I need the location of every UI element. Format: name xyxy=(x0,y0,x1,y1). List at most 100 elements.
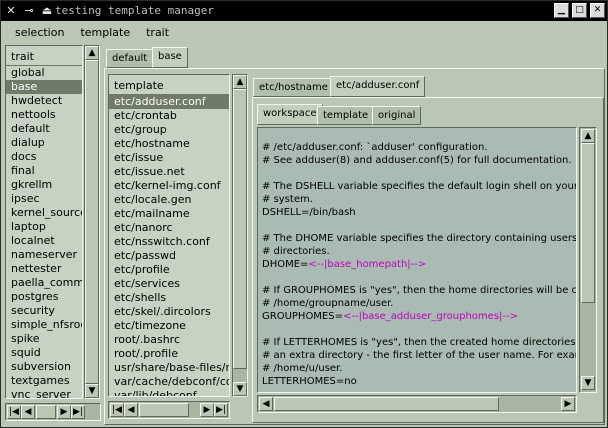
template-item[interactable]: var/lib/debconf xyxy=(109,389,229,396)
scroll-down-icon[interactable]: ▼ xyxy=(85,384,99,398)
trait-item[interactable]: vnc_server xyxy=(6,388,82,398)
trait-item[interactable]: global xyxy=(6,66,82,80)
tab-etc-hostname[interactable]: etc/hostname xyxy=(253,78,334,97)
scroll-first-icon[interactable]: |◀ xyxy=(110,403,124,417)
trait-item[interactable]: laptop xyxy=(6,220,82,234)
shade-icon[interactable]: ⏏ xyxy=(39,3,55,18)
close-icon[interactable]: ✕ xyxy=(590,3,605,18)
template-item[interactable]: etc/issue xyxy=(109,151,229,165)
editor-line-text: # /home/u/user. xyxy=(262,363,343,374)
tab-original[interactable]: original xyxy=(372,106,422,125)
trait-item[interactable]: nameserver xyxy=(6,248,82,262)
menu-trait[interactable]: trait xyxy=(138,22,177,42)
trait-vscroll[interactable]: ▲ ▼ xyxy=(84,45,100,399)
scroll-right-icon[interactable]: ▶ xyxy=(200,403,214,417)
trait-item[interactable]: nettools xyxy=(6,108,82,122)
trait-item[interactable]: kernel_sources xyxy=(6,206,82,220)
scroll-last-icon[interactable]: ▶| xyxy=(214,403,228,417)
title-bar[interactable]: ✕ ⊸ ⏏ testing template manager ▁ □ ✕ xyxy=(1,1,607,21)
menu-template[interactable]: template xyxy=(72,22,138,42)
template-item[interactable]: etc/adduser.conf xyxy=(109,95,229,109)
editor-line: # The DSHELL variable specifies the defa… xyxy=(258,180,576,193)
trait-item[interactable]: paella_comme xyxy=(6,276,82,290)
template-item[interactable]: etc/skel/.dircolors xyxy=(109,305,229,319)
trait-item[interactable]: default xyxy=(6,122,82,136)
scroll-first-icon[interactable]: |◀ xyxy=(7,405,21,419)
template-item[interactable]: var/cache/debconf/config xyxy=(109,375,229,389)
scroll-last-icon[interactable]: ▶| xyxy=(71,405,85,419)
trait-item[interactable]: spike xyxy=(6,332,82,346)
template-item[interactable]: root/.profile xyxy=(109,347,229,361)
trait-item[interactable]: subversion xyxy=(6,360,82,374)
scroll-left-icon[interactable]: ◀ xyxy=(21,405,35,419)
trait-item[interactable]: textgames xyxy=(6,374,82,388)
trait-item[interactable]: gkrellm xyxy=(6,178,82,192)
template-item[interactable]: etc/locale.gen xyxy=(109,193,229,207)
template-item[interactable]: etc/crontab xyxy=(109,109,229,123)
tab-workspace[interactable]: workspace xyxy=(257,104,323,125)
template-item[interactable]: usr/share/base-files/motd xyxy=(109,361,229,375)
editor-vscroll[interactable]: ▲ ▼ xyxy=(579,127,597,393)
tab-template[interactable]: template xyxy=(317,106,375,125)
pin-icon[interactable]: ⊸ xyxy=(21,3,37,18)
scroll-down-icon[interactable]: ▼ xyxy=(581,376,595,390)
scroll-left-icon[interactable]: ◀ xyxy=(259,397,273,411)
template-variable-tag: <--|base_adduser_grouphomes|--> xyxy=(342,311,518,322)
tab-default[interactable]: default xyxy=(106,49,154,68)
trait-item[interactable]: hwdetect xyxy=(6,94,82,108)
scroll-down-icon[interactable]: ▼ xyxy=(233,382,247,396)
template-list-header[interactable]: template xyxy=(109,75,229,95)
scroll-thumb[interactable] xyxy=(581,143,595,303)
trait-item[interactable]: final xyxy=(6,164,82,178)
template-item[interactable]: etc/timezone xyxy=(109,319,229,333)
template-item[interactable]: etc/kernel-img.conf xyxy=(109,179,229,193)
template-item[interactable]: etc/issue.net xyxy=(109,165,229,179)
trait-hscroll[interactable]: |◀ ◀ ▶ ▶| xyxy=(5,403,101,421)
trait-item[interactable]: squid xyxy=(6,346,82,360)
trait-item[interactable]: postgres xyxy=(6,290,82,304)
scroll-thumb[interactable] xyxy=(233,89,247,369)
scroll-right-icon[interactable]: ▶ xyxy=(561,397,575,411)
tab-etc-adduser-conf[interactable]: etc/adduser.conf xyxy=(330,76,426,97)
minimize-icon[interactable]: ▁ xyxy=(554,3,569,18)
maximize-icon[interactable]: □ xyxy=(572,3,587,18)
template-hscroll[interactable]: |◀ ◀ ▶ ▶| xyxy=(108,401,230,419)
template-editor[interactable]: # /etc/adduser.conf: `adduser' configura… xyxy=(257,127,577,393)
trait-list: trait global base hwdetect nettools default d… xyxy=(5,45,83,399)
hscroll-thumb[interactable] xyxy=(139,403,189,417)
hscroll-thumb[interactable] xyxy=(36,405,56,419)
menu-selection[interactable]: selection xyxy=(7,22,72,42)
template-item[interactable]: etc/services xyxy=(109,277,229,291)
trait-item[interactable]: localnet xyxy=(6,234,82,248)
scroll-up-icon[interactable]: ▲ xyxy=(581,129,595,143)
editor-hscroll[interactable]: ◀ ▶ xyxy=(257,395,577,413)
trait-item[interactable]: simple_nfsroot xyxy=(6,318,82,332)
trait-item[interactable]: nettester xyxy=(6,262,82,276)
template-item[interactable]: etc/passwd xyxy=(109,249,229,263)
scroll-up-icon[interactable]: ▲ xyxy=(233,75,247,89)
hscroll-thumb[interactable] xyxy=(274,397,499,411)
scroll-left-icon[interactable]: ◀ xyxy=(124,403,138,417)
scroll-right-icon[interactable]: ▶ xyxy=(57,405,71,419)
template-item[interactable]: etc/shells xyxy=(109,291,229,305)
close-x-icon[interactable]: ✕ xyxy=(3,3,19,18)
trait-item[interactable]: base xyxy=(6,80,82,94)
trait-item[interactable]: docs xyxy=(6,150,82,164)
template-vscroll[interactable]: ▲ ▼ xyxy=(232,74,248,397)
template-item[interactable]: root/.bashrc xyxy=(109,333,229,347)
template-item[interactable]: etc/nsswitch.conf xyxy=(109,235,229,249)
trait-item[interactable]: security xyxy=(6,304,82,318)
trait-item[interactable]: dialup xyxy=(6,136,82,150)
template-item[interactable]: etc/mailname xyxy=(109,207,229,221)
template-item[interactable]: etc/nanorc xyxy=(109,221,229,235)
scroll-up-icon[interactable]: ▲ xyxy=(85,46,99,60)
trait-list-header[interactable]: trait xyxy=(6,46,82,66)
template-item[interactable]: etc/hostname xyxy=(109,137,229,151)
template-item[interactable]: etc/group xyxy=(109,123,229,137)
trait-item[interactable]: ipsec xyxy=(6,192,82,206)
tab-base[interactable]: base xyxy=(152,47,188,68)
scroll-thumb[interactable] xyxy=(85,60,99,384)
template-item[interactable]: etc/profile xyxy=(109,263,229,277)
editor-line: # If LETTERHOMES is "yes", then the crea… xyxy=(258,336,576,349)
